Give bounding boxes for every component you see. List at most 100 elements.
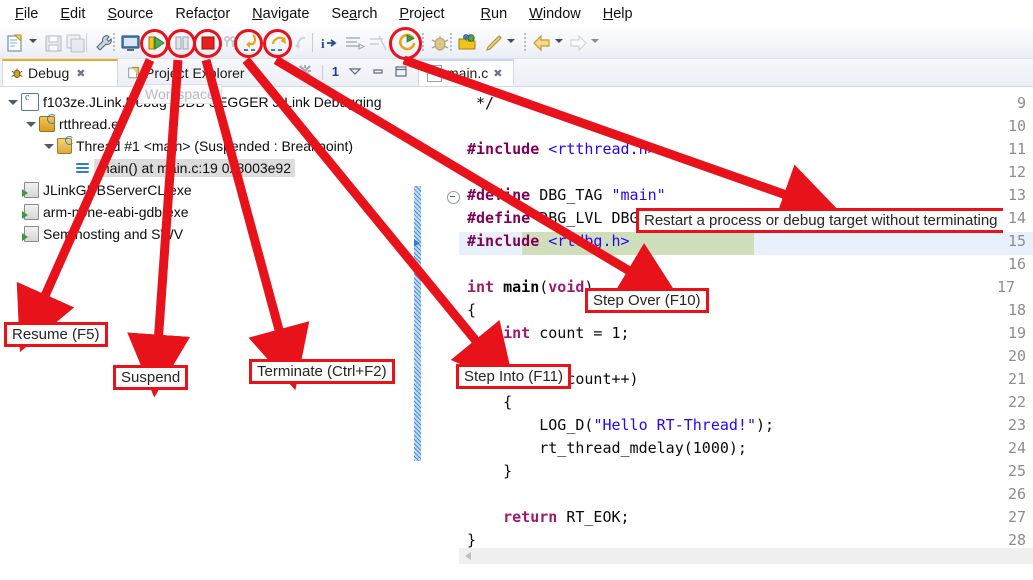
debug-bug-icon[interactable] [428, 31, 452, 55]
tab-project-explorer-label: Project Explorer [145, 64, 245, 81]
debug-view-toolbar: 1 [297, 63, 408, 82]
callout-suspend: Suspend [113, 365, 189, 390]
menu-run[interactable]: Run [470, 4, 519, 24]
chevron-down-icon[interactable] [42, 140, 55, 153]
save-icon[interactable] [42, 31, 66, 55]
code-line-23: LOG_D("Hello RT-Thread!"); [467, 416, 775, 434]
editor-horizontal-scrollbar[interactable] [459, 548, 1033, 564]
code-line-11: #include <rtthread.h> [467, 140, 657, 158]
tab-debug-close-icon[interactable]: ✖ [76, 67, 85, 80]
resume-circle-highlight [140, 29, 169, 58]
toolbar-separator-2 [312, 33, 313, 52]
toggle-breakpoint-icon[interactable] [342, 31, 366, 55]
code-line-13: #define DBG_TAG "main" [467, 186, 666, 204]
menu-help[interactable]: Help [592, 4, 644, 24]
tree-row-thread[interactable]: Thread #1 <main> (Suspended : Breakpoint… [42, 135, 353, 157]
editor-tab-label: main.c [447, 65, 489, 81]
code-line-18: { [467, 301, 477, 319]
callout-step-into: Step Into (F11) [456, 364, 571, 389]
toolbar-dot-separator-3 [450, 33, 452, 52]
remove-all-terminated-icon[interactable] [297, 63, 313, 82]
back-dropdown-icon[interactable] [555, 39, 563, 43]
tab-project-explorer[interactable]: Project Explorer [120, 59, 266, 86]
tree-label-thread: Thread #1 <main> (Suspended : Breakpoint… [76, 138, 354, 154]
step-over-circle-highlight [263, 29, 292, 58]
debug-view-pane: Debug ✖ Project Explorer 1 c f103ze.JLin… [0, 59, 414, 580]
pencil-icon[interactable] [482, 31, 506, 55]
process-icon [39, 114, 57, 132]
tree-row-stackframe[interactable]: main() at main.c:19 0x8003e92 [76, 157, 295, 179]
menu-bar: File Edit Source Refactor Navigate Searc… [0, 0, 1033, 27]
code-line-19: int count = 1; [503, 324, 630, 342]
editor-line-number-ruler [421, 87, 459, 564]
chevron-down-icon[interactable] [6, 96, 19, 109]
code-line-24: rt_thread_mdelay(1000); [467, 439, 747, 457]
terminate-circle-highlight [193, 29, 222, 58]
code-editor-pane: main.c ✖ 9 10 11 12 13 14 15 16 [414, 59, 1033, 580]
project-explorer-icon [127, 65, 141, 80]
new-file-icon[interactable] [4, 31, 28, 55]
stack-frame-icon [76, 161, 90, 175]
tree-row-gdbserver[interactable]: JLinkGDBServerCL.exe [22, 179, 192, 201]
thread-icon [57, 136, 74, 154]
toolbar-dot-separator-2 [422, 33, 424, 52]
tree-label-stackframe: main() at main.c:19 0x8003e92 [94, 159, 295, 177]
thread-filter-icon[interactable]: 1 [332, 64, 339, 79]
code-line-22: { [467, 393, 513, 411]
editor-tab-main-c[interactable]: main.c ✖ [418, 59, 514, 86]
code-line-28: } [467, 531, 477, 549]
menu-refactor[interactable]: Refactor [164, 4, 241, 24]
run-external-tools-icon[interactable] [456, 31, 480, 55]
callout-terminate: Terminate (Ctrl+F2) [249, 359, 395, 384]
view-menu-icon[interactable] [348, 64, 362, 81]
menu-navigate[interactable]: Navigate [241, 4, 320, 24]
callout-restart: Restart a process or debug target withou… [636, 208, 1003, 233]
callout-step-over: Step Over (F10) [585, 288, 709, 313]
debug-range-marker [414, 186, 421, 461]
toolbar-dot-separator [113, 33, 115, 52]
debug-view-tabstrip: Debug ✖ Project Explorer 1 [0, 59, 414, 87]
editor-tabstrip: main.c ✖ [414, 59, 1033, 87]
code-line-25: } [467, 462, 513, 480]
forward-dropdown-icon[interactable] [591, 39, 599, 43]
menu-project[interactable]: Project [388, 4, 455, 24]
menu-file[interactable]: File [4, 4, 49, 24]
skip-breakpoints-icon[interactable] [366, 31, 390, 55]
view-toolbar-separator [321, 65, 323, 80]
code-area[interactable]: 9 10 11 12 13 14 15 16 17 18 19 20 21 22… [414, 87, 1033, 564]
tree-row-semihosting[interactable]: Semihosting and SWV [22, 223, 184, 245]
editor-tab-close-icon[interactable]: ✖ [493, 67, 502, 80]
c-source-icon [427, 63, 442, 82]
tree-row-process[interactable]: rtthread.elf [24, 113, 126, 135]
restart-circle-highlight [389, 27, 422, 60]
menu-search[interactable]: Search [320, 4, 388, 24]
tree-row-gdb[interactable]: arm-none-eabi-gdb.exe [22, 201, 189, 223]
menu-source[interactable]: Source [96, 4, 164, 24]
step-into-circle-highlight [234, 29, 263, 58]
launch-config-icon [21, 92, 39, 111]
chevron-down-icon[interactable] [24, 118, 37, 131]
pencil-dropdown-icon[interactable] [507, 39, 515, 43]
menu-edit[interactable]: Edit [49, 4, 96, 24]
instruction-stepping-icon[interactable]: i [318, 31, 342, 55]
minimize-icon[interactable] [371, 64, 385, 81]
execution-pointer-icon [414, 238, 420, 248]
code-line-9: */ [467, 94, 495, 112]
code-line-27: return RT_EOK; [503, 508, 630, 526]
new-file-dropdown-icon[interactable] [29, 39, 37, 43]
workspace-ghost-tooltip: Workspace [138, 84, 222, 104]
bug-icon [10, 66, 24, 80]
code-text[interactable]: */ #include <rtthread.h> #define DBG_TAG… [459, 87, 1033, 564]
tree-label-semihosting: Semihosting and SWV [43, 226, 184, 242]
tab-debug[interactable]: Debug ✖ [2, 59, 118, 86]
back-arrow-icon[interactable] [530, 31, 554, 55]
executable-icon [22, 182, 39, 198]
code-line-15: #include <rtdbg.h> [467, 232, 630, 250]
executable-icon [22, 204, 39, 220]
forward-arrow-icon[interactable] [566, 31, 590, 55]
svg-text:i: i [321, 36, 325, 51]
save-all-icon[interactable] [64, 31, 88, 55]
toolbar-dot-separator-4 [524, 33, 526, 52]
maximize-icon[interactable] [394, 64, 408, 81]
menu-window[interactable]: Window [518, 4, 592, 24]
